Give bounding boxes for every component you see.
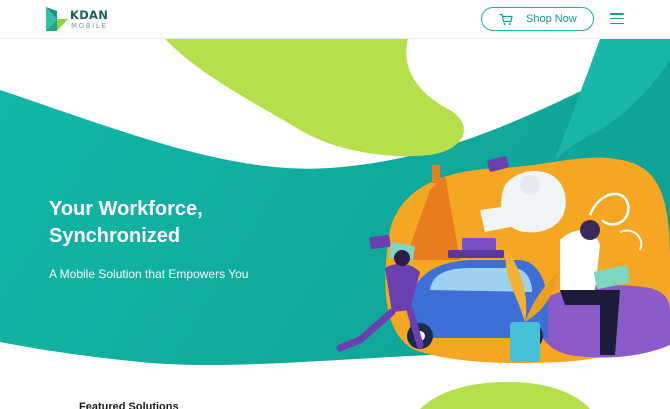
logo-brand-text: KDAN bbox=[70, 8, 109, 22]
logo-sub-text: MOBILE bbox=[71, 22, 108, 30]
kdan-logo[interactable]: KDAN MOBILE bbox=[46, 7, 116, 33]
kdan-logo-icon bbox=[46, 7, 68, 31]
hamburger-menu-icon[interactable] bbox=[610, 13, 624, 25]
shop-now-button[interactable]: Shop Now bbox=[481, 7, 594, 31]
featured-solutions-title: Featured Solutions bbox=[79, 401, 179, 409]
hero-subheadline: A Mobile Solution that Empowers You bbox=[49, 267, 249, 281]
site-header: KDAN MOBILE Shop Now bbox=[0, 0, 670, 39]
cart-icon bbox=[499, 13, 513, 25]
hero-headline: Your Workforce, Synchronized bbox=[49, 196, 309, 250]
hero-headline-line1: Your Workforce, bbox=[49, 198, 203, 220]
hero-headline-line2: Synchronized bbox=[49, 225, 181, 247]
hero-section: Your Workforce, Synchronized A Mobile So… bbox=[0, 39, 670, 409]
shop-now-label: Shop Now bbox=[526, 13, 577, 25]
